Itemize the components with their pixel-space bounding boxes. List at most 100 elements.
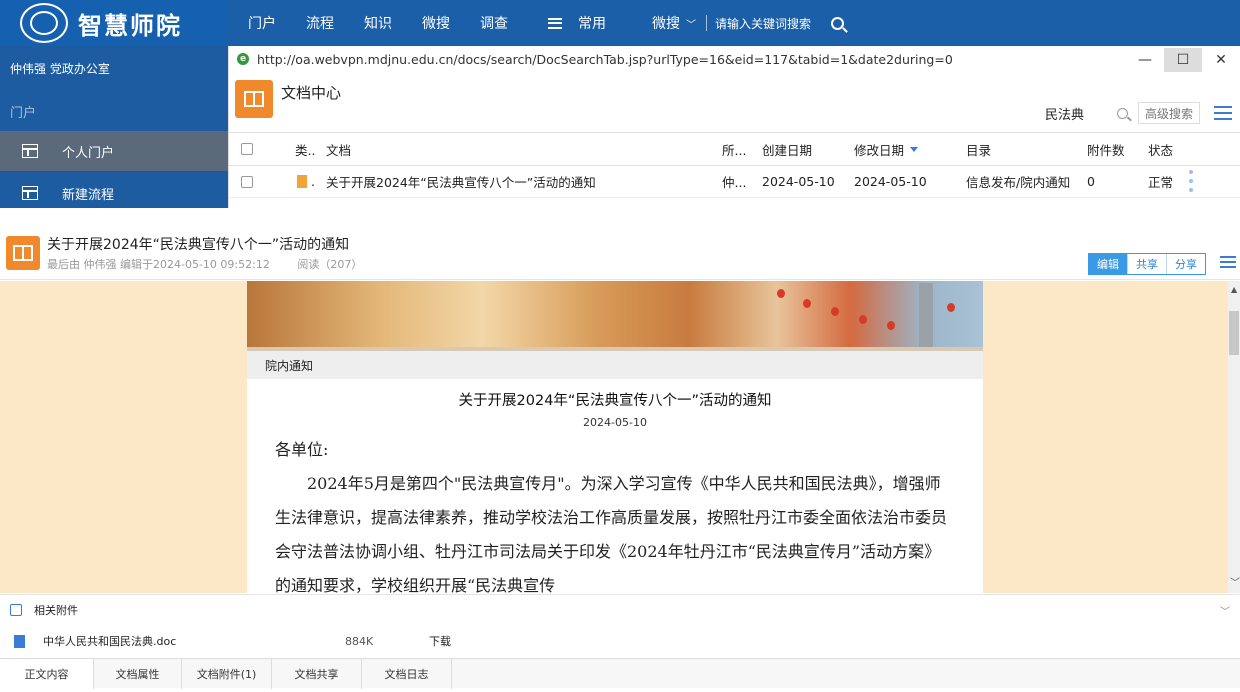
global-search: 微搜 ﹀ 请输入关键词搜索	[652, 0, 845, 46]
tab-log[interactable]: 文档日志	[362, 659, 452, 689]
sidebar-item-label: 新建流程	[62, 187, 115, 203]
column-header-attachments[interactable]: 附件数	[1087, 133, 1125, 165]
portal-icon	[22, 144, 38, 158]
common-menu[interactable]: 常用	[548, 13, 636, 33]
browser-icon: e	[237, 53, 249, 65]
advanced-search-button[interactable]: 高级搜索	[1137, 102, 1200, 124]
row-created: 2024-05-10	[762, 174, 835, 189]
column-header-modified[interactable]: 修改日期	[854, 133, 919, 165]
document-content-area: 院内通知 关于开展2024年“民法典宣传八个一”活动的通知 2024-05-10…	[0, 281, 1228, 593]
scroll-down-icon[interactable]: ﹀	[1230, 574, 1240, 589]
doc-search-area: 民法典 高级搜索	[1039, 102, 1232, 124]
nav-item-survey[interactable]: 调查	[480, 13, 508, 33]
tab-body-content[interactable]: 正文内容	[0, 659, 94, 689]
article-date: 2024-05-10	[583, 416, 647, 429]
nav-item-microsearch[interactable]: 微搜	[422, 13, 450, 33]
row-more-icon[interactable]	[1189, 170, 1193, 192]
brand-name: 智慧师院	[78, 11, 182, 40]
column-header-type[interactable]: 类..	[295, 133, 315, 165]
maximize-button[interactable]: ☐	[1164, 48, 1202, 72]
tab-properties[interactable]: 文档属性	[94, 659, 182, 689]
list-view-icon[interactable]	[1214, 106, 1232, 120]
article-body: 各单位: 2024年5月是第四个"民法典宣传月"。为深入学习宣传《中华人民共和国…	[247, 433, 983, 593]
window-controls: — ☐ ✕	[1126, 48, 1240, 72]
nav-item-knowledge[interactable]: 知识	[364, 13, 392, 33]
close-button[interactable]: ✕	[1202, 48, 1240, 72]
word-doc-icon	[14, 634, 25, 648]
article-greeting: 各单位:	[275, 440, 329, 459]
article-paragraph: 2024年5月是第四个"民法典宣传月"。为深入学习宣传《中华人民共和国民法典》，…	[275, 474, 948, 593]
vertical-scrollbar[interactable]: ▲ ﹀	[1228, 281, 1240, 593]
article-paper: 院内通知 关于开展2024年“民法典宣传八个一”活动的通知 2024-05-10…	[247, 281, 983, 593]
sidebar-item-new-workflow[interactable]: 新建流程	[0, 173, 228, 213]
distribute-button[interactable]: 分享	[1166, 254, 1205, 274]
url-text: http://oa.webvpn.mdjnu.edu.cn/docs/searc…	[257, 51, 953, 67]
school-seal-icon	[20, 3, 68, 43]
read-count: 阅读（207）	[297, 258, 363, 271]
search-scope-select[interactable]: 微搜	[652, 13, 680, 33]
column-header-status[interactable]: 状态	[1148, 133, 1173, 165]
tab-sharing[interactable]: 文档共享	[272, 659, 362, 689]
brand-logo[interactable]: 智慧师院	[0, 0, 228, 46]
nav-item-portal[interactable]: 门户	[248, 13, 276, 33]
article-section-label: 院内通知	[247, 351, 983, 379]
minimize-button[interactable]: —	[1126, 48, 1164, 72]
article-banner-image	[247, 281, 983, 347]
attachments-header[interactable]: 相关附件 ﹀	[0, 594, 1240, 624]
row-owner: 仲...	[722, 175, 747, 190]
document-meta: 最后由 仲伟强 编辑于2024-05-10 09:52:12 阅读（207）	[47, 256, 362, 272]
sidebar-item-personal-portal[interactable]: 个人门户	[0, 131, 228, 171]
download-link[interactable]: 下载	[429, 633, 451, 649]
row-type: .	[297, 166, 315, 197]
tab-attachments[interactable]: 文档附件(1)	[182, 659, 272, 689]
sidebar-item-label: 个人门户	[62, 145, 115, 161]
column-header-doc[interactable]: 文档	[326, 133, 351, 165]
table-row[interactable]: . 关于开展2024年“民法典宣传八个一”活动的通知 仲... 2024-05-…	[229, 166, 1240, 198]
column-header-owner[interactable]: 所...	[722, 133, 746, 165]
list-view-icon[interactable]	[1220, 256, 1236, 268]
column-header-created[interactable]: 创建日期	[762, 133, 812, 165]
chevron-down-icon[interactable]: ﹀	[1220, 603, 1230, 618]
attachment-name[interactable]: 中华人民共和国民法典.doc	[43, 633, 345, 649]
attachment-size: 884K	[345, 634, 374, 648]
table-header: 类.. 文档 所... 创建日期 修改日期 目录 附件数 状态	[229, 132, 1240, 166]
column-header-modified-label: 修改日期	[854, 142, 905, 158]
search-icon[interactable]	[831, 16, 845, 30]
row-status: 正常	[1148, 175, 1174, 190]
search-input[interactable]: 请输入关键词搜索	[715, 15, 811, 32]
main-nav: 门户 流程 知识 微搜 调查 常用	[248, 0, 636, 46]
share-button[interactable]: 共享	[1127, 254, 1166, 274]
search-icon[interactable]	[1116, 107, 1128, 119]
edit-info: 最后由 仲伟强 编辑于2024-05-10 09:52:12	[47, 258, 270, 271]
row-checkbox[interactable]	[241, 166, 253, 197]
chevron-down-icon[interactable]: ﹀	[686, 16, 696, 31]
nav-item-workflow[interactable]: 流程	[306, 13, 334, 33]
user-info[interactable]: 仲伟强 党政办公室	[10, 60, 110, 77]
scroll-up-icon[interactable]: ▲	[1231, 285, 1237, 294]
row-type-label: .	[311, 174, 315, 189]
attachments-label: 相关附件	[34, 603, 78, 617]
top-nav-bar: 智慧师院 门户 流程 知识 微搜 调查 常用 微搜 ﹀ 请输入关键词搜索	[0, 0, 1240, 46]
sidebar: 仲伟强 党政办公室 门户 个人门户 新建流程	[0, 46, 228, 208]
document-file-icon	[297, 175, 307, 188]
sidebar-section-label: 门户	[10, 106, 37, 121]
divider	[706, 15, 707, 31]
column-header-directory[interactable]: 目录	[966, 133, 991, 165]
row-doc-link[interactable]: 关于开展2024年“民法典宣传八个一”活动的通知	[326, 166, 596, 197]
row-modified: 2024-05-10	[854, 174, 927, 189]
document-actions: 编辑 共享 分享	[1088, 253, 1206, 275]
book-icon	[6, 236, 40, 270]
row-directory: 信息发布/院内通知	[966, 175, 1071, 190]
address-bar[interactable]: e http://oa.webvpn.mdjnu.edu.cn/docs/sea…	[229, 46, 1240, 72]
scrollbar-thumb[interactable]	[1229, 311, 1239, 355]
attachment-row: 中华人民共和国民法典.doc 884K 下载	[0, 626, 1240, 656]
book-icon	[235, 80, 273, 118]
article-title: 关于开展2024年“民法典宣传八个一”活动的通知	[458, 393, 772, 409]
document-title: 关于开展2024年“民法典宣传八个一”活动的通知	[47, 237, 350, 253]
doc-center-window: e http://oa.webvpn.mdjnu.edu.cn/docs/sea…	[228, 46, 1240, 208]
sort-desc-icon	[910, 146, 919, 152]
select-all-checkbox[interactable]	[241, 133, 253, 165]
document-detail-header: 关于开展2024年“民法典宣传八个一”活动的通知 最后由 仲伟强 编辑于2024…	[0, 222, 1240, 280]
doc-center-header: 文档中心	[235, 80, 341, 118]
edit-button[interactable]: 编辑	[1089, 254, 1127, 274]
